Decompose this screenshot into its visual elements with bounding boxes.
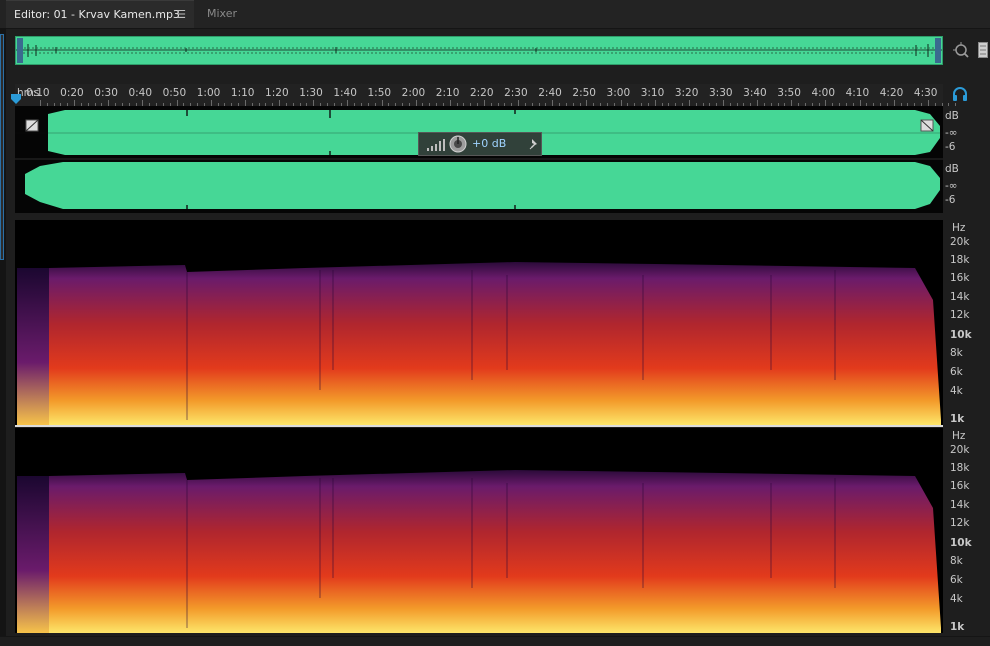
- ruler-label: 1:50: [367, 87, 392, 99]
- gain-hud[interactable]: +0 dB: [418, 132, 542, 156]
- tab-mixer-label: Mixer: [207, 7, 238, 20]
- volume-bars-icon: [427, 139, 445, 151]
- ruler-label: 4:10: [845, 87, 870, 99]
- ruler-label: 0:30: [94, 87, 118, 99]
- ruler-label: 3:40: [743, 87, 767, 99]
- overview-waveform-graphic: [16, 44, 942, 57]
- waveform-ch2-scale-db: dB: [945, 163, 959, 175]
- spectral-display-channel-2[interactable]: [15, 428, 943, 633]
- spectral-scale-label: 10k: [950, 329, 972, 341]
- waveform-display[interactable]: [15, 106, 943, 213]
- spectral-scale-label: 20k: [950, 444, 970, 456]
- spectral-scale-label: 20k: [950, 236, 970, 248]
- ruler-label: 4:20: [879, 87, 904, 99]
- headphones-icon[interactable]: [952, 86, 968, 102]
- spectral-scale-label: 16k: [950, 272, 970, 284]
- ruler-label: 4:00: [811, 87, 836, 99]
- tab-mixer[interactable]: Mixer: [199, 0, 263, 28]
- spectral-scale-label: 14k: [950, 291, 970, 303]
- overview-right-handle[interactable]: [935, 38, 941, 63]
- zoom-icon[interactable]: [951, 41, 971, 61]
- spectral-scale-label: 1k: [950, 413, 965, 425]
- waveform-ch1-scale-6: -6: [945, 141, 956, 153]
- spectral-scale-label: 16k: [950, 480, 970, 492]
- ruler-minor-tick: [948, 103, 950, 106]
- ruler-label: 1:30: [299, 87, 323, 99]
- spectral-scale-label: 12k: [950, 517, 970, 529]
- spectral-scale-label: 18k: [950, 254, 970, 266]
- spectral-display-channel-1[interactable]: [15, 220, 943, 425]
- ruler-label: 3:20: [674, 87, 699, 99]
- ruler-label: 1:40: [333, 87, 357, 99]
- spectral-scale-label: 14k: [950, 499, 970, 511]
- tab-menu-icon[interactable]: ☰: [176, 1, 186, 29]
- ruler-label: 0:40: [128, 87, 153, 99]
- spectral-scale-label: 12k: [950, 309, 970, 321]
- spectral-scale-label: Hz: [952, 430, 966, 442]
- ruler-label: 0:50: [162, 87, 187, 99]
- spectral-scale-label: Hz: [952, 222, 966, 234]
- ruler-label: 4:30: [913, 87, 938, 99]
- ruler-label: 3:10: [640, 87, 665, 99]
- tab-bar: Editor: 01 - Krvav Kamen.mp3 ☰ Mixer: [0, 0, 990, 29]
- time-ruler[interactable]: hms 0:10 0:20 0:30 0:40 0:50 1:00 1:10 1:20 1:30…: [15, 84, 957, 107]
- ruler-label: 3:30: [709, 87, 733, 99]
- ruler-label: 1:10: [230, 87, 255, 99]
- ruler-label: 3:00: [606, 87, 631, 99]
- spectrogram-ch2: [15, 428, 943, 633]
- panel-menu-icon[interactable]: [978, 42, 988, 58]
- overview-waveform[interactable]: [15, 36, 943, 65]
- waveform-ch2-scale-6: -6: [945, 194, 956, 206]
- ruler-label: 2:10: [435, 87, 460, 99]
- spectral-scale-label: 4k: [950, 593, 963, 605]
- waveform-ch1-scale-inf: -∞: [945, 127, 958, 139]
- waveform-ch2-scale-inf: -∞: [945, 180, 958, 192]
- spectral-scale-label: 4k: [950, 385, 963, 397]
- ruler-minor-tick: [955, 103, 957, 106]
- ruler-label: 0:10: [26, 87, 50, 99]
- ruler-label: 2:20: [469, 87, 494, 99]
- ruler-label: 2:00: [401, 87, 426, 99]
- ruler-label: 2:40: [538, 87, 562, 99]
- ruler-label: 2:30: [504, 87, 528, 99]
- ruler-label: 0:20: [60, 87, 84, 99]
- spectral-scale-label: 18k: [950, 462, 970, 474]
- pin-icon[interactable]: [529, 138, 539, 150]
- channel-divider: [15, 425, 943, 427]
- spectral-scale-label: 1k: [950, 621, 965, 633]
- tab-editor-label: Editor: 01 - Krvav Kamen.mp3: [14, 8, 180, 21]
- waveform-ch1-scale-db: dB: [945, 110, 959, 122]
- waveform-graphic: [15, 110, 943, 209]
- gain-value[interactable]: +0 dB: [472, 137, 506, 150]
- left-panel-selection: [0, 34, 4, 260]
- overview-left-handle[interactable]: [17, 38, 23, 63]
- ruler-label: 1:20: [265, 87, 289, 99]
- spectral-scale-label: 8k: [950, 555, 963, 567]
- spectral-scale-label: 10k: [950, 537, 972, 549]
- ruler-label: 3:50: [777, 87, 801, 99]
- playhead-icon[interactable]: [10, 93, 22, 105]
- knob-icon[interactable]: [449, 135, 467, 153]
- spectral-scale-label: 6k: [950, 574, 963, 586]
- ruler-label: 1:00: [196, 87, 221, 99]
- spectrogram-ch1: [15, 220, 943, 425]
- spectral-scale-label: 6k: [950, 366, 963, 378]
- spectral-scale-label: 8k: [950, 347, 963, 359]
- ruler-label: 2:50: [572, 87, 596, 99]
- tab-editor[interactable]: Editor: 01 - Krvav Kamen.mp3 ☰: [6, 0, 194, 28]
